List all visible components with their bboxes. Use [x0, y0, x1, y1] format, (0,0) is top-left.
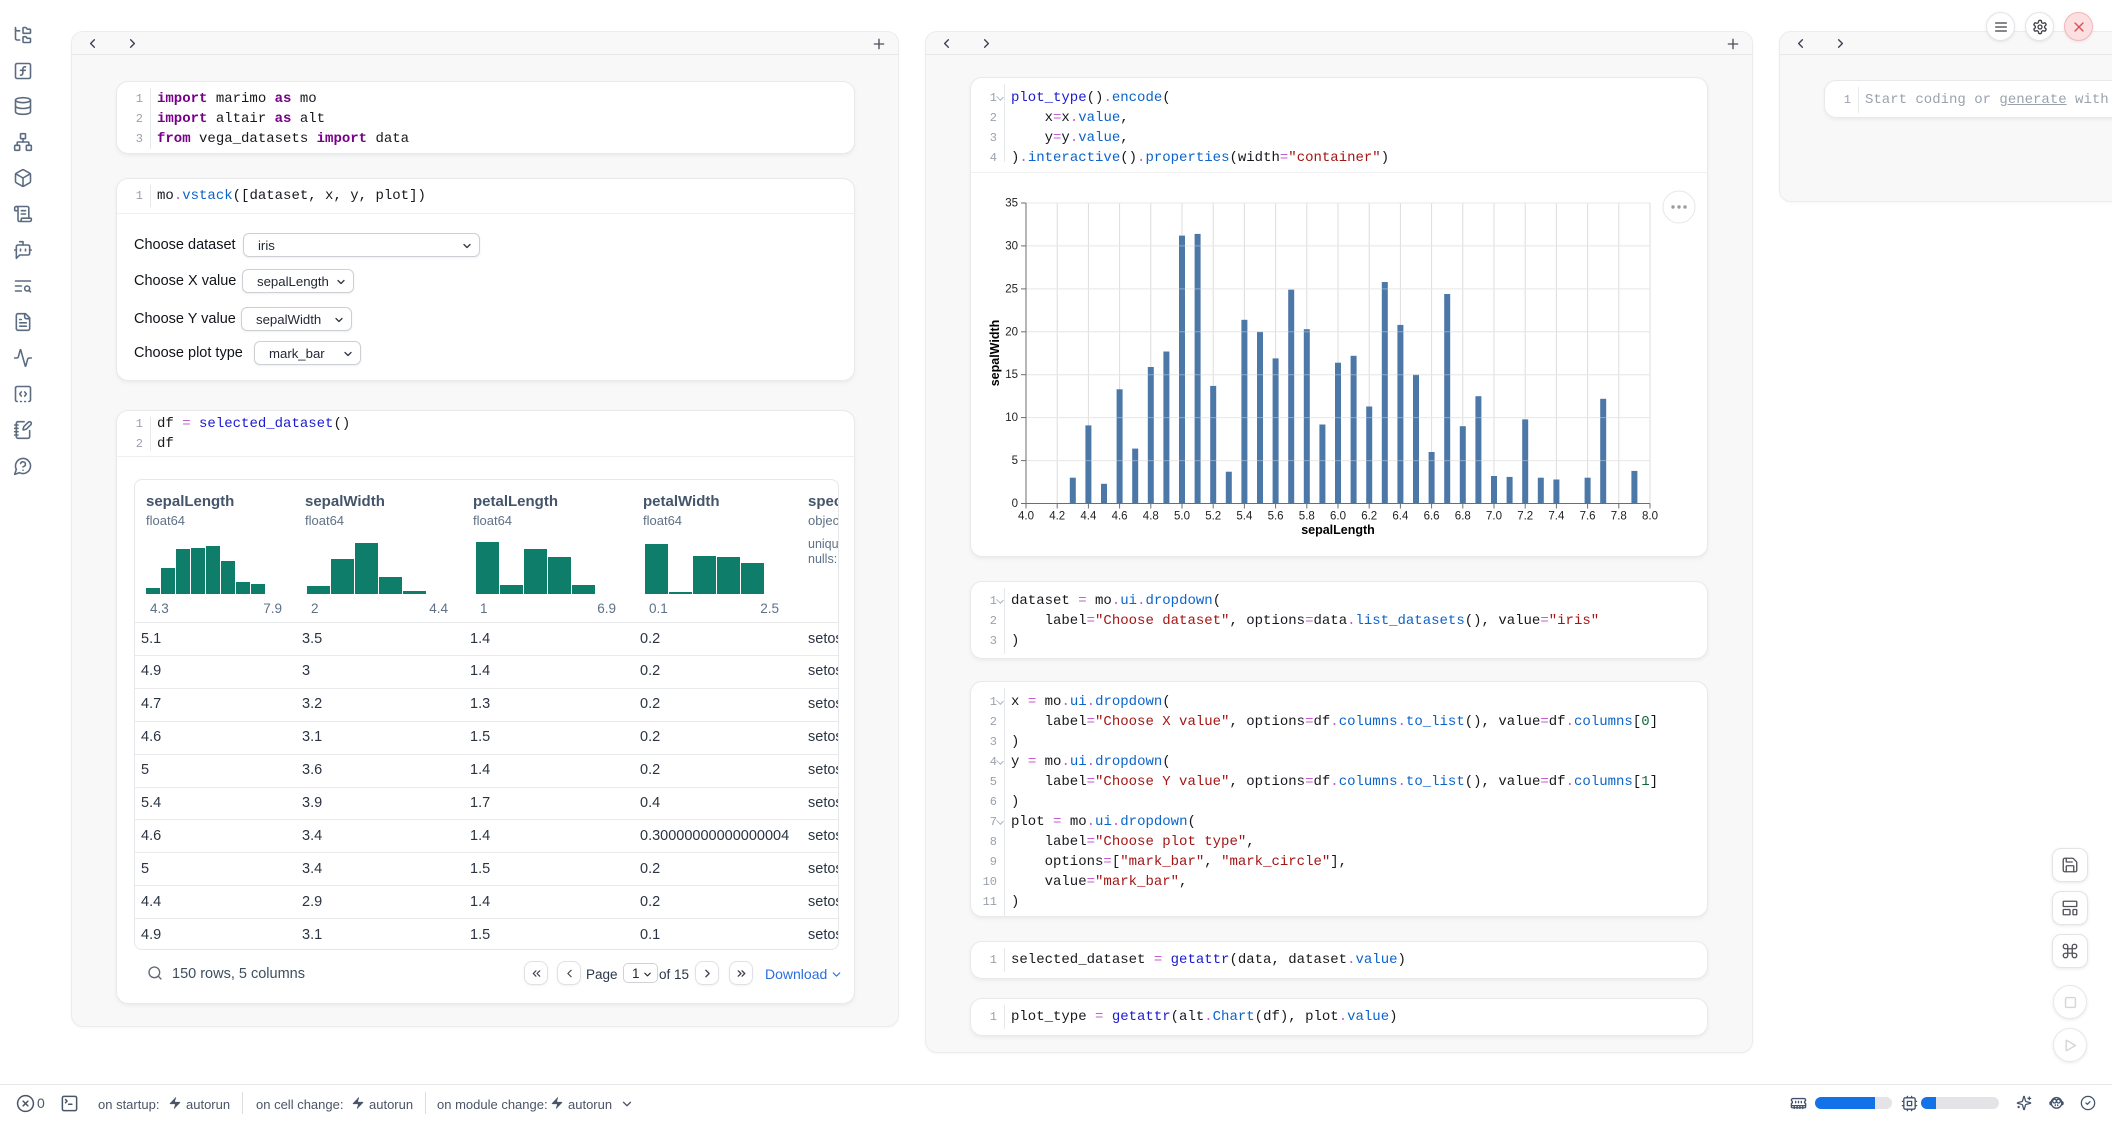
svg-text:15: 15 [1005, 369, 1018, 381]
svg-text:7.8: 7.8 [1611, 511, 1627, 523]
svg-text:5: 5 [1012, 455, 1018, 467]
svg-text:6.4: 6.4 [1392, 511, 1409, 523]
svg-text:6.0: 6.0 [1330, 511, 1346, 523]
svg-text:10: 10 [1005, 412, 1018, 424]
svg-text:7.2: 7.2 [1517, 511, 1533, 523]
svg-text:20: 20 [1005, 326, 1018, 338]
svg-text:0: 0 [1012, 498, 1018, 510]
svg-text:5.2: 5.2 [1205, 511, 1221, 523]
svg-text:5.0: 5.0 [1174, 511, 1190, 523]
svg-text:6.6: 6.6 [1424, 511, 1440, 523]
svg-text:4.8: 4.8 [1143, 511, 1159, 523]
svg-text:sepalLength: sepalLength [1301, 523, 1375, 537]
svg-text:30: 30 [1005, 240, 1018, 252]
svg-text:4.6: 4.6 [1112, 511, 1128, 523]
svg-text:5.4: 5.4 [1236, 511, 1253, 523]
svg-text:7.4: 7.4 [1548, 511, 1565, 523]
svg-text:4.4: 4.4 [1080, 511, 1097, 523]
svg-text:4.0: 4.0 [1018, 511, 1034, 523]
svg-text:sepalWidth: sepalWidth [988, 320, 1002, 387]
svg-text:7.0: 7.0 [1486, 511, 1502, 523]
svg-text:4.2: 4.2 [1049, 511, 1065, 523]
svg-text:5.8: 5.8 [1299, 511, 1315, 523]
svg-text:35: 35 [1005, 198, 1018, 210]
svg-text:6.2: 6.2 [1361, 511, 1377, 523]
svg-text:7.6: 7.6 [1580, 511, 1596, 523]
svg-text:6.8: 6.8 [1455, 511, 1471, 523]
svg-text:8.0: 8.0 [1642, 511, 1658, 523]
svg-text:5.6: 5.6 [1268, 511, 1284, 523]
svg-text:25: 25 [1005, 283, 1018, 295]
